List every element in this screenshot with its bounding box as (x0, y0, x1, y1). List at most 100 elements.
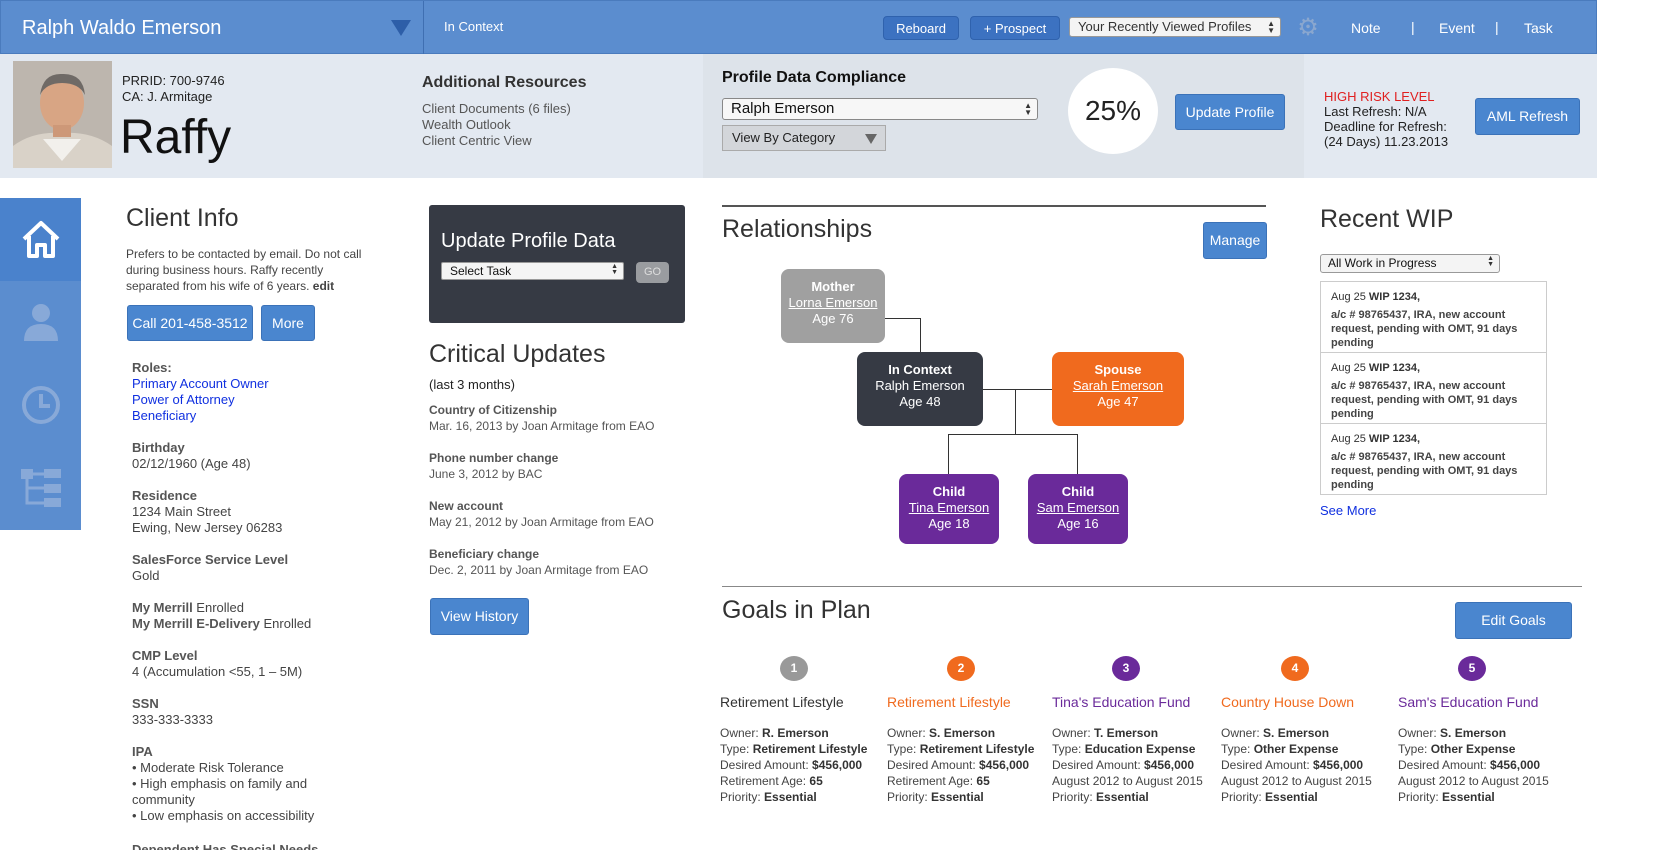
wip-filter-select[interactable]: All Work in Progress ▲ ▼ (1320, 254, 1500, 273)
relation-node-child[interactable]: Child Tina Emerson Age 18 (899, 474, 999, 544)
relation-role: Spouse (1094, 362, 1142, 377)
prrid-info: PRRID: 700-9746 CA: J. Armitage (122, 73, 225, 105)
goal-amount-value: $456,000 (1313, 758, 1364, 772)
wip-date: Aug 25 (1331, 362, 1369, 374)
recent-profiles-select[interactable]: Your Recently Viewed Profiles ▲ ▼ (1069, 17, 1281, 37)
nav-hierarchy[interactable] (0, 447, 81, 530)
salesforce-label: SalesForce Service Level (132, 552, 289, 567)
update-item-detail: Dec. 2, 2011 by Joan Armitage from EAO (429, 563, 649, 577)
last-refresh: Last Refresh: N/A (1324, 104, 1427, 119)
event-link[interactable]: Event (1439, 20, 1475, 36)
mymerrill-label: My Merrill (132, 600, 193, 615)
reboard-button[interactable]: Reboard (883, 16, 959, 40)
dependent-label: Dependent Has Special Needs (132, 842, 319, 850)
tree-connector (948, 434, 1078, 435)
goal-type-value: Retirement Lifestyle (919, 742, 1035, 756)
see-more-link[interactable]: See More (1320, 503, 1376, 518)
recent-profiles-select-value: Your Recently Viewed Profiles (1078, 19, 1252, 34)
select-task-dropdown[interactable]: Select Task ▲ ▼ (441, 262, 624, 280)
call-button[interactable]: Call 201-458-3512 (127, 305, 253, 341)
update-item-detail: Mar. 16, 2013 by Joan Armitage from EAO (429, 419, 655, 433)
edit-goals-button[interactable]: Edit Goals (1455, 602, 1572, 639)
goal-name[interactable]: Country House Down (1221, 694, 1354, 710)
wip-filter-value: All Work in Progress (1328, 256, 1437, 270)
relation-age: Age 48 (899, 394, 941, 409)
wip-item[interactable]: Aug 25 WIP 1234, a/c # 98765437, IRA, ne… (1321, 353, 1546, 424)
gear-icon[interactable]: ⚙ (1295, 15, 1321, 41)
view-by-category-select[interactable]: View By Category (722, 125, 886, 151)
view-history-button[interactable]: View History (430, 598, 529, 635)
goal-amount: Desired Amount: $456,000 (887, 757, 1034, 773)
ssn-label: SSN (132, 696, 159, 711)
role-beneficiary[interactable]: Beneficiary (132, 408, 269, 424)
relation-name-link[interactable]: Tina Emerson (899, 500, 999, 516)
update-item: Country of Citizenship Mar. 16, 2013 by … (429, 402, 654, 434)
relation-node-spouse[interactable]: Spouse Sarah Emerson Age 47 (1052, 352, 1184, 426)
goal-name[interactable]: Retirement Lifestyle (720, 694, 844, 710)
select-arrows-icon: ▲ ▼ (1487, 255, 1494, 268)
role-primary-owner[interactable]: Primary Account Owner (132, 376, 269, 392)
relation-node-mother[interactable]: Mother Lorna Emerson Age 76 (781, 269, 885, 343)
clock-icon (22, 386, 60, 424)
goal-name[interactable]: Sam's Education Fund (1398, 694, 1538, 710)
wip-list: Aug 25 WIP 1234, a/c # 98765437, IRA, ne… (1320, 281, 1547, 495)
goal-owner: Owner: S. Emerson (1221, 725, 1372, 741)
nav-history[interactable] (0, 364, 81, 447)
task-link[interactable]: Task (1524, 20, 1553, 36)
nav-profile[interactable] (0, 281, 81, 364)
resource-link-wealth-outlook[interactable]: Wealth Outlook (422, 117, 571, 133)
relation-name-link[interactable]: Lorna Emerson (781, 295, 885, 311)
divider (722, 205, 1266, 207)
update-item-label: Phone number change (429, 451, 559, 465)
go-button[interactable]: GO (636, 262, 669, 283)
compliance-title: Profile Data Compliance (722, 69, 907, 86)
role-power-of-attorney[interactable]: Power of Attorney (132, 392, 269, 408)
goal-timeline-label: August 2012 to August 2015 (1221, 774, 1372, 788)
more-button[interactable]: More (261, 305, 315, 341)
client-note: Prefers to be contacted by email. Do not… (126, 246, 371, 294)
goal-priority-label: Priority: (1221, 790, 1266, 804)
goal-type: Type: Other Expense (1398, 741, 1549, 757)
relation-name-link[interactable]: Sam Emerson (1028, 500, 1128, 516)
wip-item[interactable]: Aug 25 WIP 1234, a/c # 98765437, IRA, ne… (1321, 282, 1546, 353)
resource-link-client-centric[interactable]: Client Centric View (422, 133, 571, 149)
relation-name-link[interactable]: Sarah Emerson (1052, 378, 1184, 394)
update-profile-button[interactable]: Update Profile (1175, 94, 1285, 130)
select-arrows-icon: ▲ ▼ (611, 263, 618, 276)
compliance-client-select[interactable]: Ralph Emerson ▲ ▼ (722, 98, 1038, 120)
goal-name[interactable]: Tina's Education Fund (1052, 694, 1190, 710)
critical-updates-subtitle: (last 3 months) (429, 377, 515, 392)
tree-connector (885, 318, 921, 319)
nav-home[interactable] (0, 198, 81, 281)
goal-type-value: Other Expense (1430, 742, 1516, 756)
recent-wip-title: Recent WIP (1320, 205, 1454, 233)
manage-button[interactable]: Manage (1203, 222, 1267, 259)
chevron-down-icon[interactable] (391, 20, 411, 36)
edit-link[interactable]: edit (313, 279, 334, 293)
person-icon (24, 304, 58, 341)
goal-name[interactable]: Retirement Lifestyle (887, 694, 1011, 710)
ssn-value: 333-333-3333 (132, 712, 213, 727)
relation-node-self[interactable]: In Context Ralph Emerson Age 48 (857, 352, 983, 426)
separator: | (1495, 19, 1499, 35)
update-item-label: New account (429, 499, 504, 513)
goal-type-value: Education Expense (1084, 742, 1196, 756)
resource-link-documents[interactable]: Client Documents (6 files) (422, 101, 571, 117)
add-prospect-button[interactable]: + Prospect (970, 16, 1060, 40)
wip-date: Aug 25 (1331, 433, 1369, 445)
wip-id: WIP 1234, (1368, 291, 1421, 303)
goal-amount-label: Desired Amount: (720, 758, 813, 772)
note-link[interactable]: Note (1351, 20, 1381, 36)
wip-item[interactable]: Aug 25 WIP 1234, a/c # 98765437, IRA, ne… (1321, 424, 1546, 495)
goal-number-badge: 1 (780, 656, 808, 681)
dependent-block: Dependent Has Special Needs (132, 842, 318, 850)
select-arrows-icon: ▲ ▼ (1024, 101, 1032, 117)
goal-owner: Owner: R. Emerson (720, 725, 867, 741)
relation-node-child[interactable]: Child Sam Emerson Age 16 (1028, 474, 1128, 544)
wip-date: Aug 25 (1331, 291, 1369, 303)
goal-priority: Priority: Essential (1052, 789, 1203, 805)
goal-amount-value: $456,000 (979, 758, 1030, 772)
tree-connector (1015, 389, 1016, 435)
goal-owner: Owner: S. Emerson (887, 725, 1034, 741)
aml-refresh-button[interactable]: AML Refresh (1475, 98, 1580, 135)
